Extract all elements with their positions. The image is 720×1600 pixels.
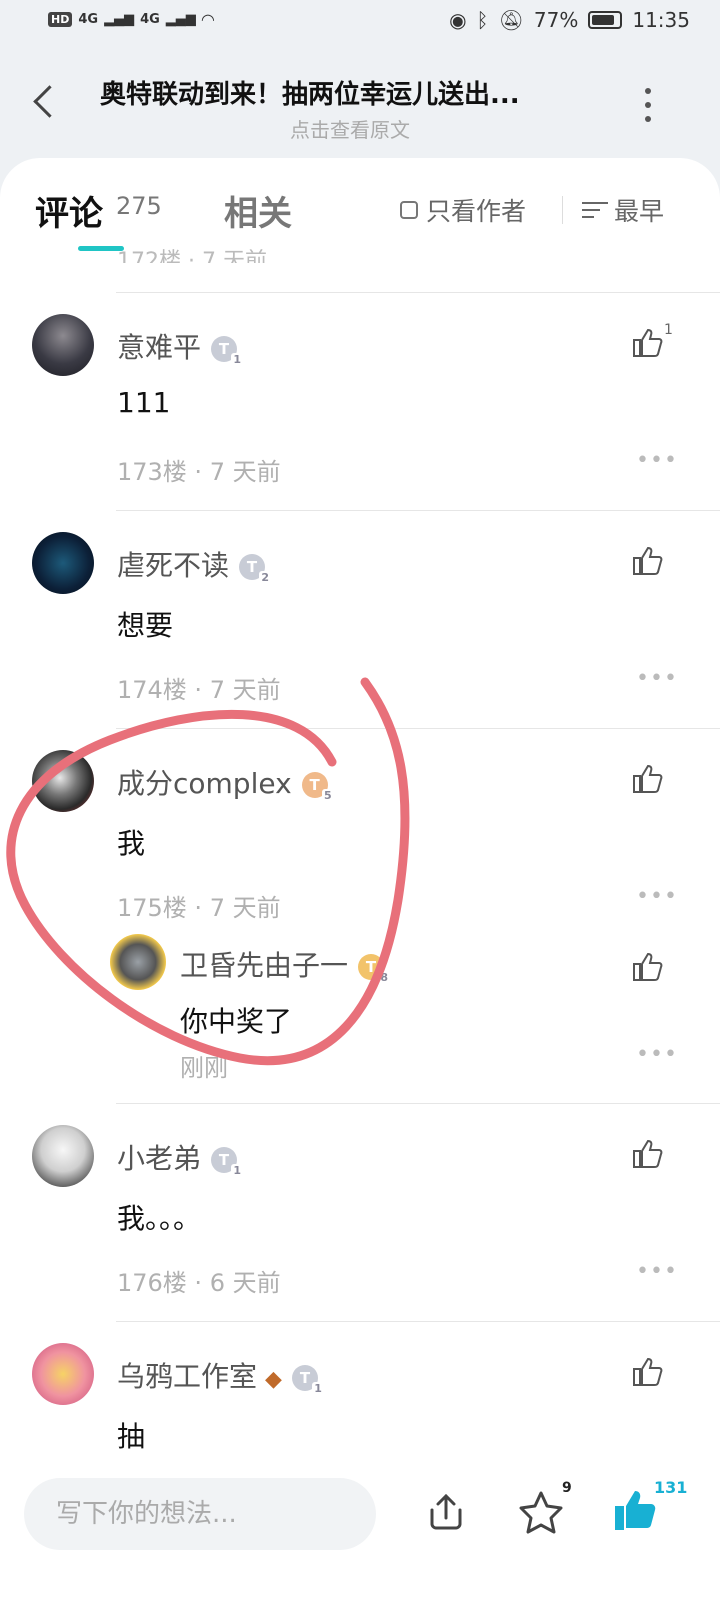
like-count: 1: [664, 322, 673, 338]
level-number: 2: [259, 571, 272, 584]
avatar[interactable]: [32, 1343, 94, 1405]
comment-meta: 174楼 · 7 天前: [117, 676, 281, 704]
thumbs-up-icon[interactable]: [632, 764, 664, 794]
tab-divider: [562, 196, 563, 224]
username-text: 乌鸦工作室: [117, 1360, 258, 1393]
divider-line: [116, 292, 720, 293]
hd-badge: HD: [48, 12, 73, 27]
avatar[interactable]: [32, 532, 94, 594]
more-dots-icon[interactable]: •••: [636, 1259, 678, 1284]
bottom-bar: 写下你的想法... 9 131: [0, 1458, 720, 1600]
avatar[interactable]: [32, 1125, 94, 1187]
comment-input[interactable]: 写下你的想法...: [24, 1478, 376, 1550]
username-text: 成分complex: [117, 767, 292, 800]
level-badge-icon: T1: [211, 1147, 244, 1177]
level-badge-icon: T1: [211, 336, 244, 366]
sort-label: 最早: [614, 197, 665, 226]
username-text: 卫昏先由子一: [180, 949, 349, 982]
tab-related[interactable]: 相关: [224, 186, 292, 235]
divider-line: [116, 510, 720, 511]
level-number: 5: [322, 789, 334, 802]
bluetooth-icon: ᛒ: [476, 8, 489, 32]
post-title[interactable]: 奥特联动到来！抽两位幸运儿送出...: [100, 74, 610, 111]
thumbs-up-icon[interactable]: [632, 1357, 664, 1387]
author-only-label: 只看作者: [426, 197, 527, 226]
comment-text: 我。。。: [117, 1202, 202, 1235]
avatar[interactable]: [32, 314, 94, 376]
comment-username[interactable]: 乌鸦工作室 ◆ T 1: [117, 1355, 324, 1395]
reply-text: 你中奖了: [180, 1005, 293, 1038]
eye-icon: ◉: [449, 8, 467, 32]
favorite-count: 9: [562, 1480, 572, 1496]
divider-line: [116, 1321, 720, 1322]
level-badge-icon: T8: [358, 954, 391, 984]
favorite-star-icon[interactable]: [518, 1490, 564, 1538]
username-text: 小老弟: [117, 1142, 202, 1175]
reply-avatar[interactable]: [110, 934, 166, 990]
level-badge-icon: T5: [301, 772, 334, 802]
comment-text: 想要: [117, 609, 174, 642]
divider-line: [116, 1103, 720, 1104]
partial-meta: 172楼 · 7 天前: [117, 249, 267, 263]
like-filled-icon[interactable]: [612, 1488, 658, 1536]
thumbs-up-icon[interactable]: [632, 546, 664, 576]
level-badge-icon: T2: [239, 554, 272, 584]
username-text: 意难平: [117, 331, 202, 364]
thumbs-up-icon[interactable]: [632, 1139, 664, 1169]
top-bar: 奥特联动到来！抽两位幸运儿送出... 点击查看原文: [0, 50, 720, 160]
level-number: 1: [231, 1164, 244, 1177]
tab-comments[interactable]: 评论: [35, 186, 103, 235]
like-total-count: 131: [654, 1478, 688, 1497]
more-dots-icon[interactable]: •••: [636, 448, 678, 473]
fox-emoji-icon: ◆: [265, 1367, 282, 1392]
more-dots-icon[interactable]: •••: [636, 666, 678, 691]
status-right: ◉ ᛒ 🔕︎ 77% 11:35: [449, 8, 690, 32]
avatar[interactable]: [32, 750, 94, 812]
thumbs-up-icon[interactable]: [632, 952, 664, 982]
mute-icon: 🔕︎: [498, 8, 524, 32]
author-only-toggle[interactable]: 只看作者: [400, 192, 526, 228]
thumbs-up-icon[interactable]: [632, 328, 664, 358]
more-dots-icon[interactable]: •••: [636, 1042, 678, 1067]
battery-icon: [588, 11, 623, 29]
reply-username[interactable]: 卫昏先由子一 T 8: [180, 944, 391, 984]
comments-panel: 评论 275 相关 只看作者 最早 172楼 · 7 天前 意难平 T 1 1 11…: [0, 158, 720, 1458]
signal-bars-icon: ▂▄▆: [104, 12, 135, 27]
wifi-icon: ◠: [201, 10, 215, 29]
comment-meta: 175楼 · 7 天前: [117, 894, 281, 922]
comment-meta: 173楼 · 7 天前: [117, 458, 281, 486]
signal-2: 4G: [140, 12, 160, 27]
divider-line: [116, 728, 720, 729]
comment-username[interactable]: 成分complex T 5: [117, 762, 334, 802]
level-badge-icon: T1: [291, 1365, 324, 1395]
back-arrow-icon[interactable]: [33, 85, 66, 118]
tab-bar: 评论 275 相关 只看作者 最早: [0, 158, 720, 254]
level-number: 1: [231, 353, 244, 366]
username-text: 虐死不读: [117, 549, 230, 582]
share-icon[interactable]: [426, 1492, 466, 1536]
more-dots-icon[interactable]: •••: [636, 884, 678, 909]
comment-username[interactable]: 虐死不读 T 2: [117, 544, 272, 584]
level-number: 1: [312, 1382, 324, 1395]
comment-username[interactable]: 小老弟 T 1: [117, 1137, 244, 1177]
sort-icon: [582, 200, 608, 220]
more-vertical-icon[interactable]: [645, 88, 651, 130]
comment-text: 抽: [117, 1420, 146, 1453]
clock: 11:35: [632, 8, 690, 32]
status-bar: HD 4G ▂▄▆ 4G ▂▄▆ ◠ ◉ ᛒ 🔕︎ 77% 11:35: [0, 0, 720, 50]
reply-meta: 刚刚: [180, 1054, 228, 1082]
view-original-link[interactable]: 点击查看原文: [0, 114, 700, 143]
sort-toggle[interactable]: 最早: [582, 192, 664, 228]
comment-text: 111: [117, 386, 171, 419]
comments-count: 275: [116, 192, 162, 220]
signal-bars-icon: ▂▄▆: [165, 12, 196, 27]
comment-meta: 176楼 · 6 天前: [117, 1269, 281, 1297]
battery-percent: 77%: [533, 8, 579, 32]
comment-username[interactable]: 意难平 T 1: [117, 326, 244, 366]
signal-1: 4G: [78, 12, 99, 27]
level-number: 8: [378, 971, 391, 984]
signal-indicators: HD 4G ▂▄▆ 4G ▂▄▆ ◠: [48, 10, 214, 29]
checkbox-icon[interactable]: [400, 201, 418, 219]
comment-text: 我: [117, 827, 146, 860]
